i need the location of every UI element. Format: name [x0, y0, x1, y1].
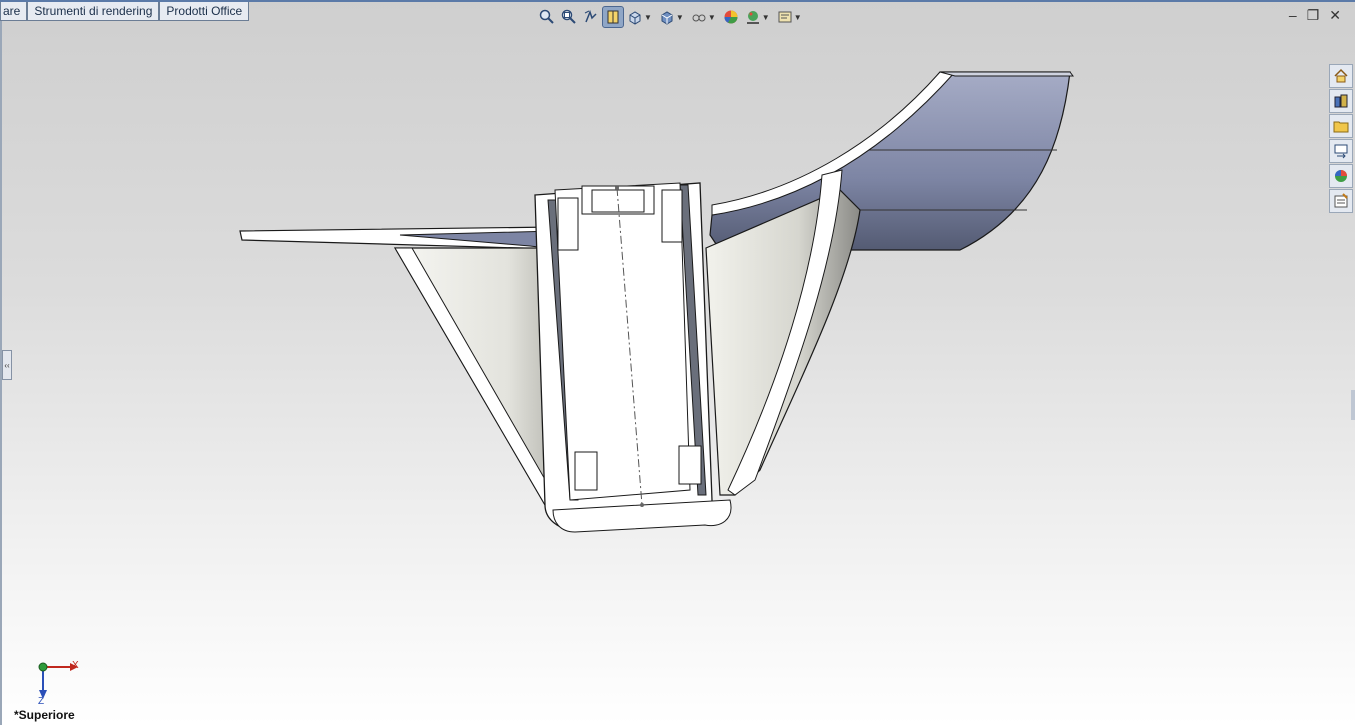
3d-model-view[interactable] — [0, 0, 1355, 725]
coordinate-triad: X Z — [28, 656, 88, 707]
x-axis-label: X — [72, 660, 79, 671]
view-name-label: *Superiore — [14, 708, 75, 722]
z-axis-label: Z — [38, 696, 45, 707]
central-sleeve — [534, 182, 732, 533]
left-flat-flap — [239, 226, 556, 250]
